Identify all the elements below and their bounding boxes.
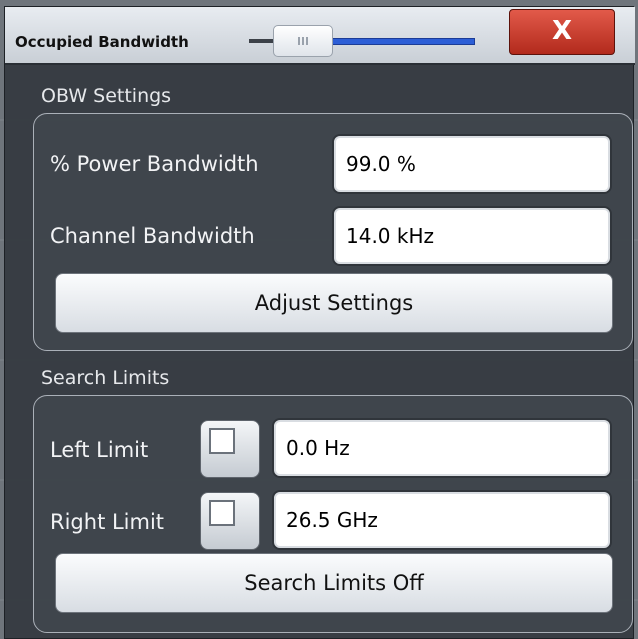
checkbox-icon	[209, 428, 235, 454]
left-limit-label: Left Limit	[50, 438, 149, 462]
power-bandwidth-label: % Power Bandwidth	[50, 152, 259, 176]
adjust-settings-label: Adjust Settings	[254, 291, 414, 315]
left-limit-field[interactable]: 0.0 Hz	[272, 418, 612, 478]
right-limit-checkbox[interactable]	[200, 492, 260, 550]
close-button[interactable]: X	[509, 9, 615, 55]
transparency-slider-thumb[interactable]	[273, 25, 333, 57]
right-limit-value: 26.5 GHz	[286, 508, 378, 532]
close-icon: X	[551, 16, 573, 46]
obw-settings-heading: OBW Settings	[41, 85, 172, 107]
dialog-titlebar[interactable]: Occupied Bandwidth X	[5, 7, 635, 65]
search-limits-off-label: Search Limits Off	[244, 571, 424, 595]
power-bandwidth-field[interactable]: 99.0 %	[332, 134, 612, 194]
channel-bandwidth-value: 14.0 kHz	[346, 224, 435, 248]
occupied-bandwidth-dialog: Occupied Bandwidth X OBW Settings % Powe…	[4, 6, 635, 639]
grip-icon	[298, 37, 308, 45]
power-bandwidth-value: 99.0 %	[346, 152, 416, 176]
right-limit-field[interactable]: 26.5 GHz	[272, 490, 612, 550]
channel-bandwidth-label: Channel Bandwidth	[50, 224, 255, 248]
channel-bandwidth-field[interactable]: 14.0 kHz	[332, 206, 612, 266]
search-limits-off-button[interactable]: Search Limits Off	[55, 553, 613, 613]
search-limits-heading: Search Limits	[41, 367, 170, 389]
adjust-settings-button[interactable]: Adjust Settings	[55, 273, 613, 333]
right-limit-label: Right Limit	[50, 510, 165, 534]
left-limit-checkbox[interactable]	[200, 420, 260, 478]
dialog-title: Occupied Bandwidth	[15, 33, 189, 51]
left-limit-value: 0.0 Hz	[286, 436, 350, 460]
checkbox-icon	[209, 500, 235, 526]
transparency-slider-track-right[interactable]	[331, 38, 475, 45]
